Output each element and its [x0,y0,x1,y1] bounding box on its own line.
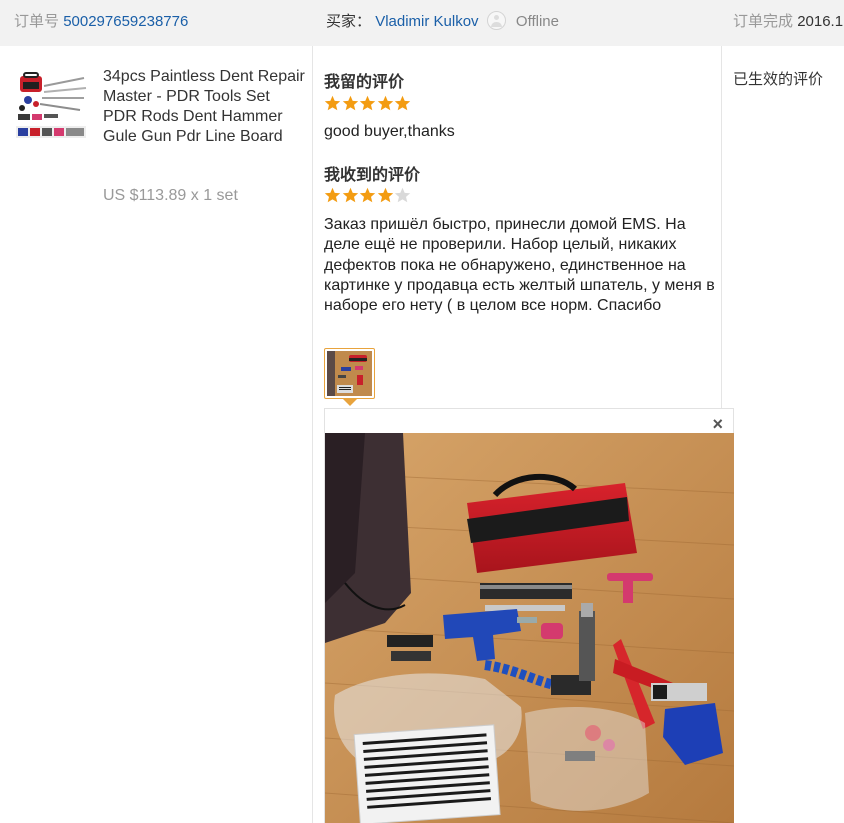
product-title-link[interactable]: 34pcs Paintless Dent Repair Master - PDR… [103,67,308,147]
order-number: 订单号 500297659238776 [14,10,188,31]
received-review-heading: 我收到的评价 [324,165,421,184]
my-review-text: good buyer,thanks [324,123,455,140]
star-filled-icon [342,95,359,112]
review-photo-large [325,433,734,823]
star-filled-icon [324,95,341,112]
buyer-avatar-icon[interactable] [486,11,506,30]
order-number-link[interactable]: 500297659238776 [63,13,188,30]
buyer-label: 买家： [326,13,372,30]
review-status: 已生效的评价 [733,70,824,88]
thumbnail-pointer [343,399,357,406]
buyer-online-status: Offline [515,13,559,30]
review-photo-thumbnail[interactable] [324,348,375,399]
order-header: 订单号 500297659238776 买家： Vladimir Kulkov … [0,0,844,46]
review-photo-large-image [325,433,734,823]
star-empty-icon [394,187,411,204]
column-divider-right [721,46,722,408]
review-photo-thumbnail-image [327,351,372,396]
photo-viewer: × [324,408,734,823]
order-completed-label: 订单完成 [733,13,794,30]
received-review-text: Заказ пришёл быстро, принесли домой EMS.… [324,216,715,315]
star-filled-icon [377,187,394,204]
column-divider-left [312,46,313,823]
received-review-rating [324,187,412,205]
product-price: US $113.89 x 1 set [103,187,238,204]
my-review-rating [324,95,412,113]
buyer-info: 买家： Vladimir Kulkov Offline [326,10,559,31]
star-filled-icon [377,95,394,112]
star-filled-icon [324,187,341,204]
product-thumbnail-image [14,68,88,142]
star-filled-icon [342,187,359,204]
order-number-label: 订单号 [14,13,60,30]
star-filled-icon [394,95,411,112]
my-review-heading: 我留的评价 [324,72,405,91]
close-icon[interactable]: × [712,415,723,433]
star-filled-icon [359,187,376,204]
buyer-name-link[interactable]: Vladimir Kulkov [375,13,478,30]
product-thumbnail[interactable] [14,68,88,142]
star-filled-icon [359,95,376,112]
order-completed-date: 2016.1 [797,13,844,30]
order-completed: 订单完成 2016.1 [733,10,843,31]
